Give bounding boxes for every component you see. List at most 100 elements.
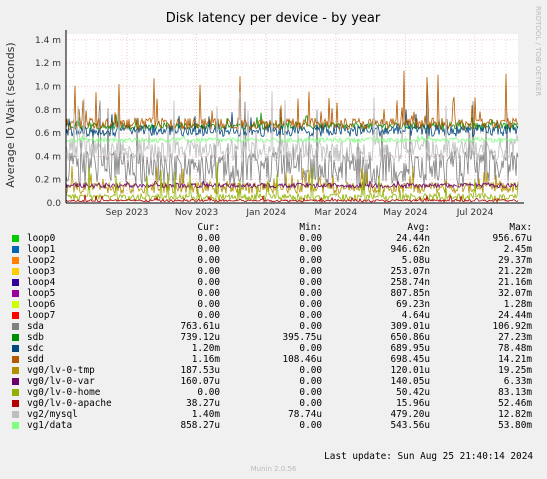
legend-min: 0.00 [299, 233, 322, 244]
y-tick-label: 1.4 m [35, 36, 61, 46]
legend-swatch [12, 246, 19, 253]
legend-row: loop1 0.00 0.00 946.62n 2.45m [12, 244, 540, 255]
legend-cur: 763.61u [180, 321, 220, 332]
legend-swatch [12, 268, 19, 275]
legend-max: 83.13m [498, 387, 532, 398]
x-tick-label: Sep 2023 [106, 208, 149, 218]
legend-name: vg1/data [27, 420, 73, 431]
x-tick-label: Mar 2024 [314, 208, 357, 218]
legend-row: sdd 1.16m 108.46u 698.45u 14.21m [12, 354, 540, 365]
legend-row: sda 763.61u 0.00 309.01u 106.92m [12, 321, 540, 332]
legend-cur: 187.53u [180, 365, 220, 376]
legend-max: 78.48m [498, 343, 532, 354]
y-tick-label: 0.4 m [35, 152, 61, 162]
legend-name: loop1 [27, 244, 56, 255]
legend-max: 29.37m [498, 255, 532, 266]
legend-row: vg0/lv-0-home 0.00 0.00 50.42u 83.13m [12, 387, 540, 398]
legend-max: 21.22m [498, 266, 532, 277]
legend-max: 27.23m [498, 332, 532, 343]
legend-max: 106.92m [492, 321, 532, 332]
legend-swatch [12, 257, 19, 264]
legend-max: 12.82m [498, 409, 532, 420]
legend-name: vg0/lv-0-apache [27, 398, 112, 409]
latency-chart: Disk latency per device - by year Averag… [4, 6, 542, 218]
legend-min: 0.00 [299, 310, 322, 321]
legend-swatch [12, 378, 19, 385]
legend-min: 108.46u [282, 354, 322, 365]
legend-row: loop4 0.00 0.00 258.74n 21.16m [12, 277, 540, 288]
legend-avg: 4.64u [401, 310, 430, 321]
legend-min: 0.00 [299, 365, 322, 376]
legend-name: vg0/lv-0-tmp [27, 365, 95, 376]
legend-min: 0.00 [299, 321, 322, 332]
legend-min: 0.00 [299, 387, 322, 398]
legend-swatch [12, 312, 19, 319]
legend-avg: 258.74n [390, 277, 430, 288]
legend-cur: 739.12u [180, 332, 220, 343]
legend-row: loop6 0.00 0.00 69.23n 1.28m [12, 299, 540, 310]
legend-name: loop7 [27, 310, 56, 321]
legend-swatch [12, 334, 19, 341]
legend-min: 0.00 [299, 277, 322, 288]
legend-swatch [12, 367, 19, 374]
legend-max: 6.33m [503, 376, 532, 387]
legend-avg: 479.20u [390, 409, 430, 420]
legend-cur: 0.00 [197, 310, 220, 321]
legend-swatch [12, 235, 19, 242]
legend-avg: 543.56u [390, 420, 430, 431]
legend-name: vg0/lv-0-home [27, 387, 101, 398]
last-update: Last update: Sun Aug 25 21:40:14 2024 [324, 451, 533, 462]
legend-swatch [12, 345, 19, 352]
legend-min: 0.00 [299, 299, 322, 310]
legend-swatch [12, 279, 19, 286]
legend-avg: 650.86u [390, 332, 430, 343]
chart-title: Disk latency per device - by year [166, 11, 381, 26]
legend-avg: 140.05u [390, 376, 430, 387]
legend-name: sda [27, 321, 44, 332]
x-tick-label: Nov 2023 [175, 208, 218, 218]
legend-row: loop0 0.00 0.00 24.44n 956.67u [12, 233, 540, 244]
legend-swatch [12, 290, 19, 297]
legend-name: sdd [27, 354, 44, 365]
legend-avg: 689.95u [390, 343, 430, 354]
legend-swatch [12, 356, 19, 363]
legend-max: 19.25m [498, 365, 532, 376]
legend-cur: 858.27u [180, 420, 220, 431]
legend-row: sdc 1.20m 0.00 689.95u 78.48m [12, 343, 540, 354]
legend-avg: 698.45u [390, 354, 430, 365]
legend-min: 0.00 [299, 420, 322, 431]
legend-name: sdb [27, 332, 44, 343]
legend-min: 0.00 [299, 343, 322, 354]
legend-row: vg1/data 858.27u 0.00 543.56u 53.80m [12, 420, 540, 431]
legend-header: Cur: Min: Avg: Max: [12, 222, 540, 233]
legend-row: loop5 0.00 0.00 807.85n 32.07m [12, 288, 540, 299]
header-min: Min: [299, 222, 322, 233]
header-avg: Avg: [407, 222, 430, 233]
y-tick-label: 0.0 [47, 199, 62, 209]
legend-row: vg0/lv-0-var 160.07u 0.00 140.05u 6.33m [12, 376, 540, 387]
legend-name: loop5 [27, 288, 56, 299]
legend-name: loop6 [27, 299, 56, 310]
legend-avg: 946.62n [390, 244, 430, 255]
legend-min: 0.00 [299, 376, 322, 387]
legend-swatch [12, 389, 19, 396]
legend-max: 53.80m [498, 420, 532, 431]
legend-avg: 5.08u [401, 255, 430, 266]
legend-min: 395.75u [282, 332, 322, 343]
y-tick-label: 1.2 m [35, 59, 61, 69]
legend-avg: 69.23n [396, 299, 430, 310]
legend-max: 32.07m [498, 288, 532, 299]
legend-row: vg0/lv-0-tmp 187.53u 0.00 120.01u 19.25m [12, 365, 540, 376]
legend-cur: 0.00 [197, 277, 220, 288]
x-tick-label: May 2024 [383, 208, 428, 218]
legend-cur: 160.07u [180, 376, 220, 387]
legend-cur: 0.00 [197, 233, 220, 244]
legend-name: loop4 [27, 277, 56, 288]
rrdtool-watermark: RRDTOOL / TOBI OETIKER [534, 6, 542, 96]
legend-avg: 50.42u [396, 387, 430, 398]
legend-name: vg2/mysql [27, 409, 78, 420]
legend-avg: 807.85n [390, 288, 430, 299]
legend-min: 0.00 [299, 244, 322, 255]
munin-version: Munin 2.0.56 [250, 465, 297, 473]
legend-max: 2.45m [503, 244, 532, 255]
